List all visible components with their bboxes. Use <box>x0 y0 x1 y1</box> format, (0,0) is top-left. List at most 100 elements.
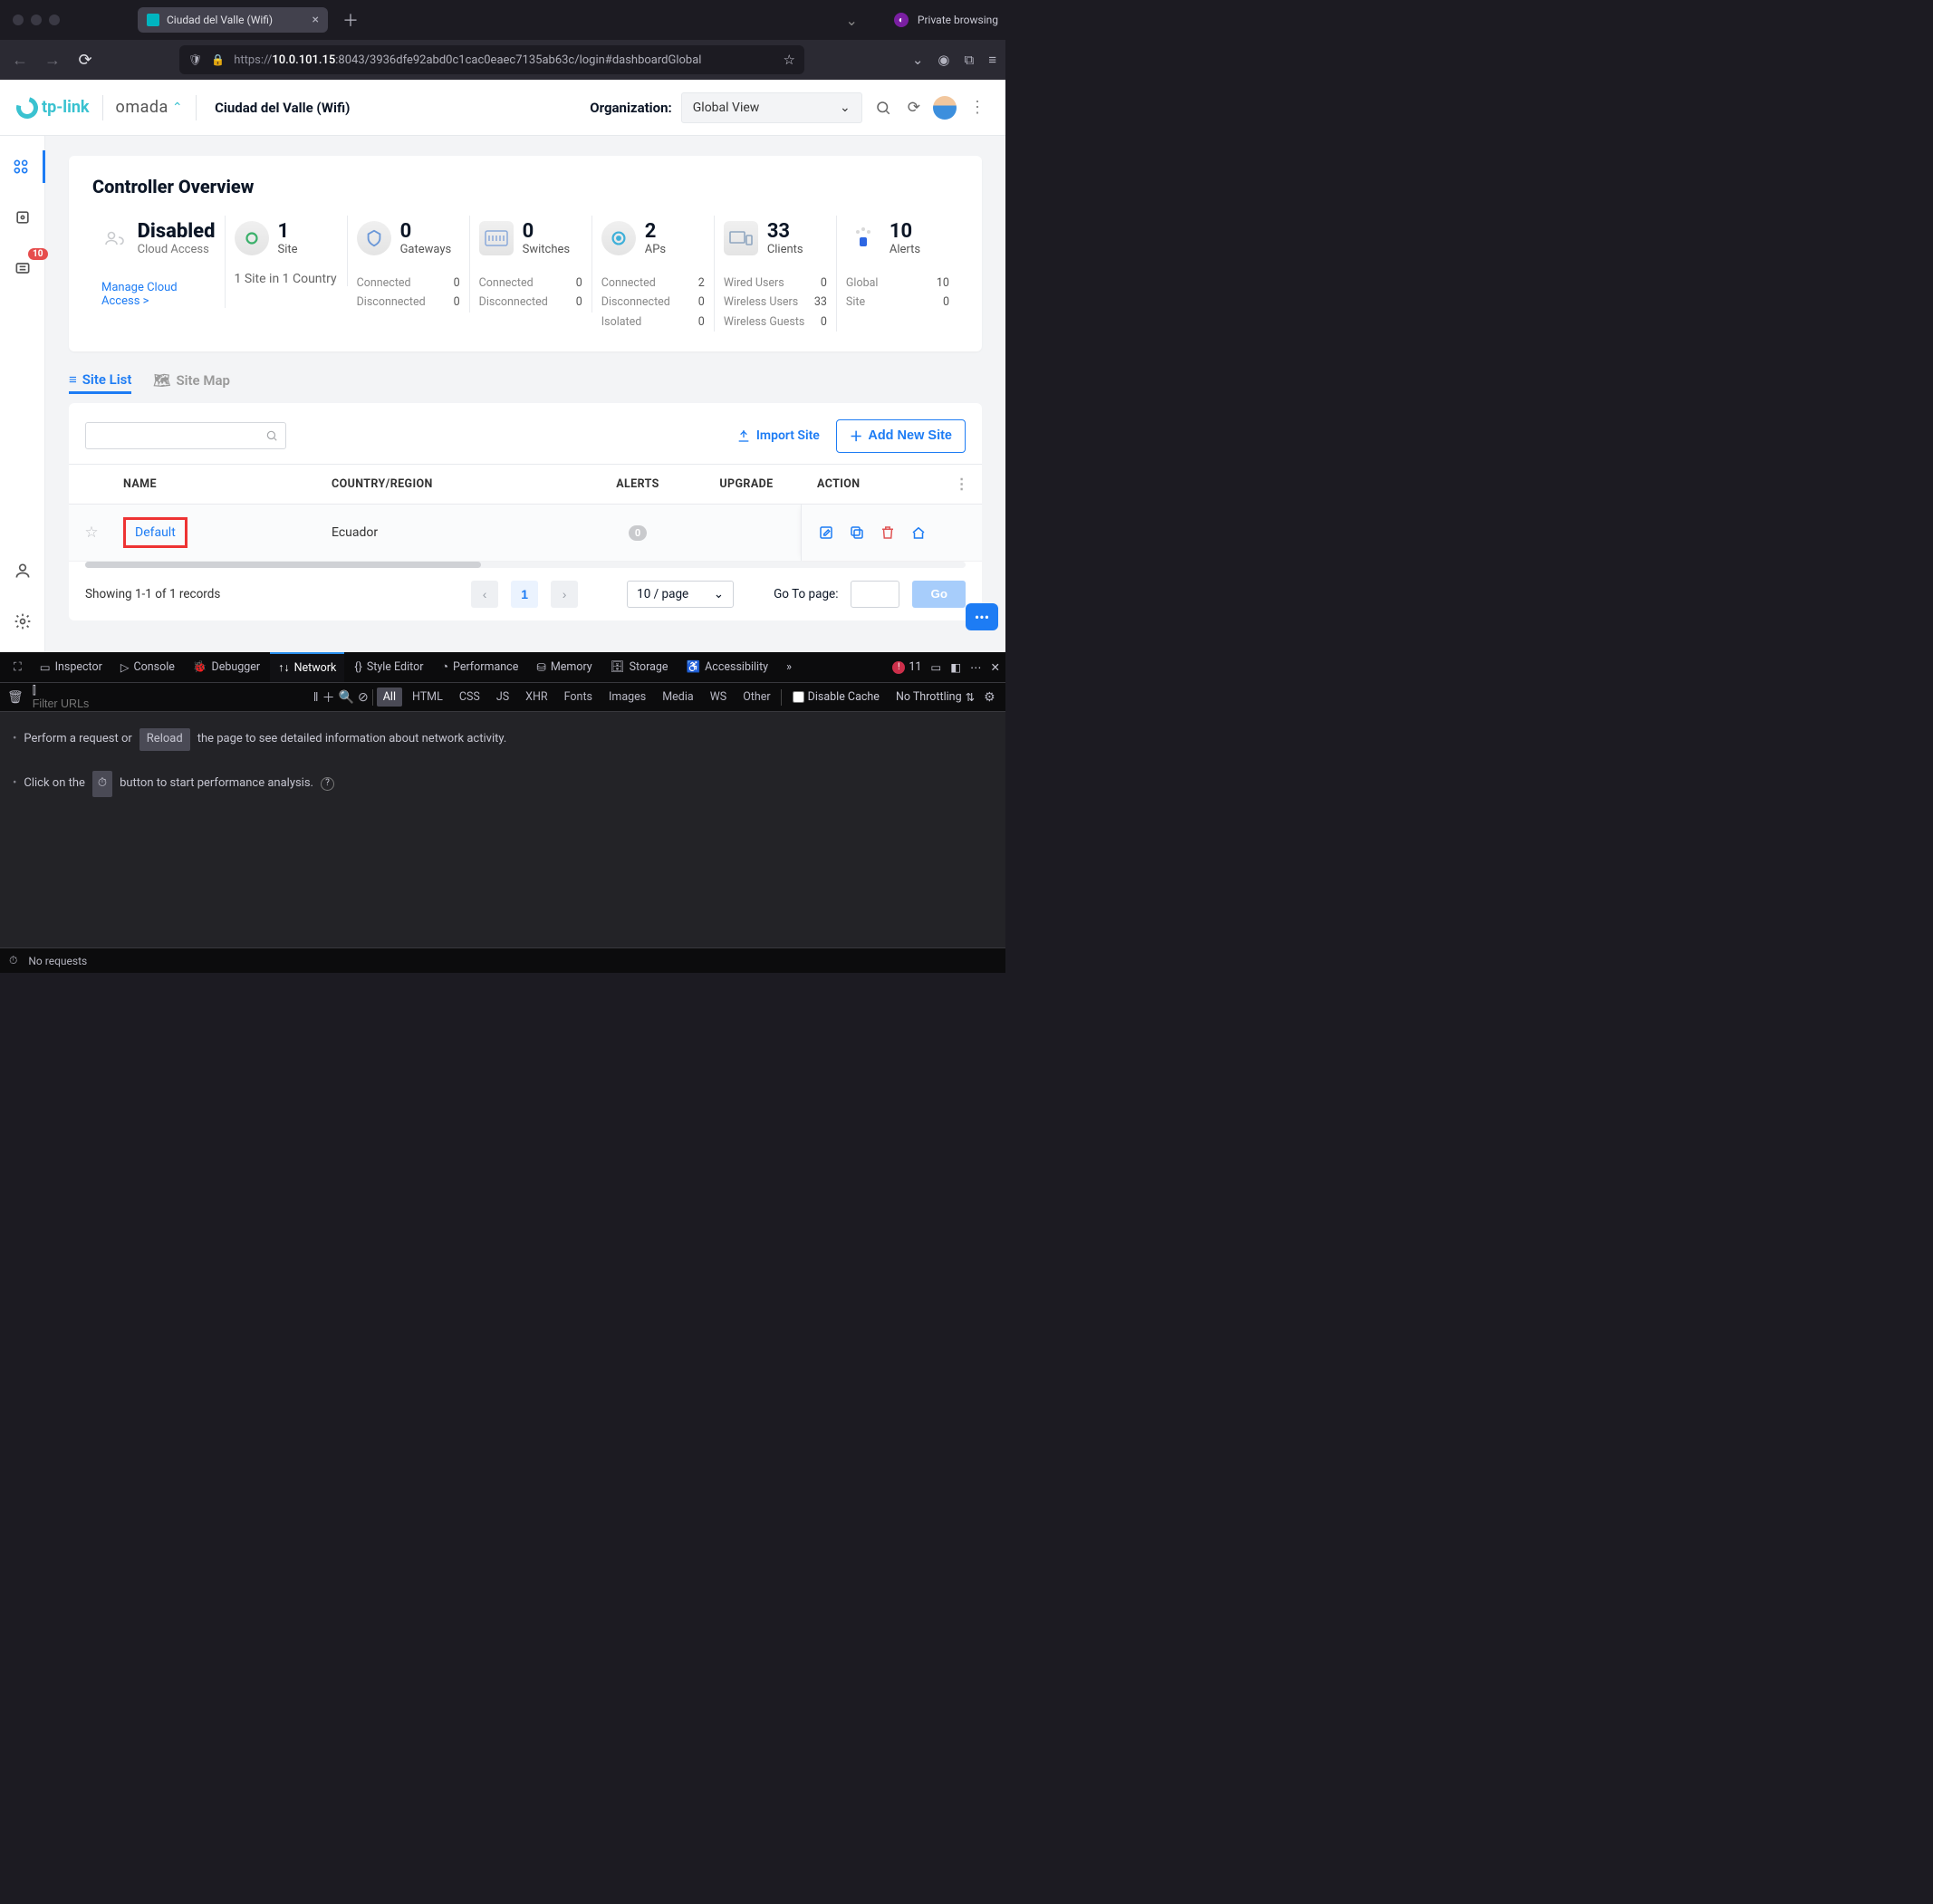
site-name-link[interactable]: Default <box>123 517 188 548</box>
header-country[interactable]: COUNTRY/REGION <box>322 465 583 504</box>
manage-cloud-link[interactable]: Manage Cloud Access > <box>101 281 216 308</box>
header-alerts[interactable]: ALERTS <box>583 465 692 504</box>
import-site-link[interactable]: Import Site <box>736 428 820 443</box>
sidebar-dashboard[interactable] <box>0 150 45 183</box>
tab-close-icon[interactable]: × <box>313 13 319 27</box>
chip-fonts[interactable]: Fonts <box>558 688 599 707</box>
reload-button[interactable]: ⟳ <box>74 51 96 70</box>
maximize-window-icon[interactable] <box>49 14 60 25</box>
chip-xhr[interactable]: XHR <box>519 688 553 707</box>
disable-cache-checkbox[interactable]: Disable Cache <box>785 690 887 704</box>
page-1-button[interactable]: 1 <box>511 581 538 608</box>
tab-style-editor[interactable]: {} Style Editor <box>346 652 431 682</box>
launch-icon[interactable] <box>910 524 927 541</box>
forward-button[interactable]: → <box>42 51 63 70</box>
avatar[interactable] <box>933 96 957 120</box>
tab-console[interactable]: ▷ Console <box>112 652 183 682</box>
pocket-icon[interactable]: ⌄ <box>912 52 924 68</box>
tab-site-list[interactable]: ≡ Site List <box>69 368 131 394</box>
devtools-more-icon[interactable]: ⋯ <box>970 660 982 675</box>
chip-js[interactable]: JS <box>490 688 515 707</box>
page-size-select[interactable]: 10 / page ⌄ <box>627 581 734 608</box>
browser-toolbar: ← → ⟳ 🛡 🔒 https://10.0.101.15:8043/3936d… <box>0 40 1005 80</box>
prev-page-button[interactable]: ‹ <box>471 581 498 608</box>
tab-site-map[interactable]: 🗺 Site Map <box>153 368 230 394</box>
goto-page-input[interactable] <box>851 581 899 608</box>
tab-inspector[interactable]: ▭ Inspector <box>32 652 111 682</box>
chip-images[interactable]: Images <box>602 688 652 707</box>
tab-memory[interactable]: ⛁ Memory <box>528 652 600 682</box>
filter-urls-input[interactable]: ⫿ <box>33 684 250 711</box>
tab-storage[interactable]: 🗄 Storage <box>602 652 677 682</box>
go-button[interactable]: Go <box>912 581 966 608</box>
sidebar-settings[interactable] <box>6 605 39 638</box>
edit-icon[interactable] <box>818 524 834 541</box>
devtools-overflow-icon[interactable]: » <box>778 652 800 682</box>
devtools-picker-icon[interactable]: ⛶ <box>5 652 30 682</box>
copy-icon[interactable] <box>849 524 865 541</box>
delete-icon[interactable] <box>880 524 896 541</box>
shield-icon[interactable]: 🛡 <box>188 53 202 66</box>
bookmark-star-icon[interactable]: ☆ <box>784 52 795 68</box>
chip-media[interactable]: Media <box>656 688 699 707</box>
tabs-dropdown-icon[interactable]: ⌄ <box>845 12 884 29</box>
responsive-mode-icon[interactable]: ▭ <box>930 660 941 675</box>
chat-fab[interactable]: ••• <box>966 603 998 630</box>
help-icon[interactable]: ? <box>321 777 334 791</box>
pause-icon[interactable]: ‖ <box>313 689 319 705</box>
add-request-icon[interactable]: ＋ <box>322 688 335 707</box>
new-tab-button[interactable]: ＋ <box>337 8 364 32</box>
header-upgrade[interactable]: UPGRADE <box>692 465 801 504</box>
error-count[interactable]: !11 <box>892 660 921 674</box>
sidebar-account[interactable] <box>6 554 39 587</box>
header-name[interactable]: NAME <box>114 465 322 504</box>
tab-network[interactable]: ↑↓ Network <box>270 652 344 682</box>
minimize-window-icon[interactable] <box>31 14 42 25</box>
tab-accessibility[interactable]: ♿ Accessibility <box>678 652 777 682</box>
titlebar-right: ⌄ ◐ Private browsing <box>845 12 998 29</box>
reload-inline-button[interactable]: Reload <box>139 728 190 751</box>
site-search-input[interactable] <box>85 422 286 449</box>
favorite-star-icon[interactable]: ☆ <box>84 524 98 542</box>
sidebar-alerts[interactable]: 10 <box>6 252 39 284</box>
clear-icon[interactable]: 🗑 <box>7 690 24 705</box>
tplink-brand-text: tp-link <box>42 98 90 117</box>
next-page-button[interactable]: › <box>551 581 578 608</box>
tab-site-list-label: Site List <box>82 371 132 388</box>
block-icon[interactable]: ⊘ <box>358 690 369 705</box>
stopwatch-icon[interactable]: ⏱ <box>92 771 112 797</box>
back-button[interactable]: ← <box>9 51 31 70</box>
devtools-body: • Perform a request or Reload the page t… <box>0 712 1005 947</box>
sidebar-devices[interactable] <box>6 201 39 234</box>
stopwatch-status-icon[interactable]: ⏱ <box>9 954 17 967</box>
column-options-icon[interactable]: ⋮ <box>955 476 969 493</box>
chip-all[interactable]: All <box>377 688 402 707</box>
chip-ws[interactable]: WS <box>704 688 734 707</box>
search-icon[interactable] <box>871 100 895 116</box>
search-requests-icon[interactable]: 🔍 <box>339 690 354 705</box>
devtools-close-icon[interactable]: ✕ <box>991 660 1000 675</box>
tab-performance[interactable]: ◔ Performance <box>433 652 526 682</box>
tab-debugger[interactable]: 🐞 Debugger <box>185 652 268 682</box>
site-search-field[interactable] <box>93 429 265 443</box>
filter-urls-field[interactable] <box>33 697 250 710</box>
dock-side-icon[interactable]: ◧ <box>950 660 961 675</box>
menu-icon[interactable]: ≡ <box>988 52 996 68</box>
lock-icon[interactable]: 🔒 <box>211 53 225 66</box>
browser-tab[interactable]: Ciudad del Valle (Wifi) × <box>138 7 328 33</box>
account-icon[interactable]: ◉ <box>938 52 949 68</box>
refresh-icon[interactable]: ⟳ <box>904 99 924 117</box>
more-menu-icon[interactable]: ⋮ <box>966 98 989 117</box>
cloud-user-icon <box>101 227 129 249</box>
horizontal-scrollbar[interactable] <box>85 562 966 568</box>
extensions-icon[interactable]: ⧉ <box>965 52 975 68</box>
chip-css[interactable]: CSS <box>453 688 486 707</box>
organization-select[interactable]: Global View ⌄ <box>681 92 862 123</box>
add-new-site-button[interactable]: ＋ Add New Site <box>836 419 966 453</box>
chip-other[interactable]: Other <box>736 688 776 707</box>
network-settings-icon[interactable]: ⚙ <box>984 690 995 705</box>
url-bar[interactable]: 🛡 🔒 https://10.0.101.15:8043/3936dfe92ab… <box>179 45 804 74</box>
throttling-select[interactable]: No Throttling⇅ <box>890 690 980 705</box>
close-window-icon[interactable] <box>13 14 24 25</box>
chip-html[interactable]: HTML <box>406 688 449 707</box>
